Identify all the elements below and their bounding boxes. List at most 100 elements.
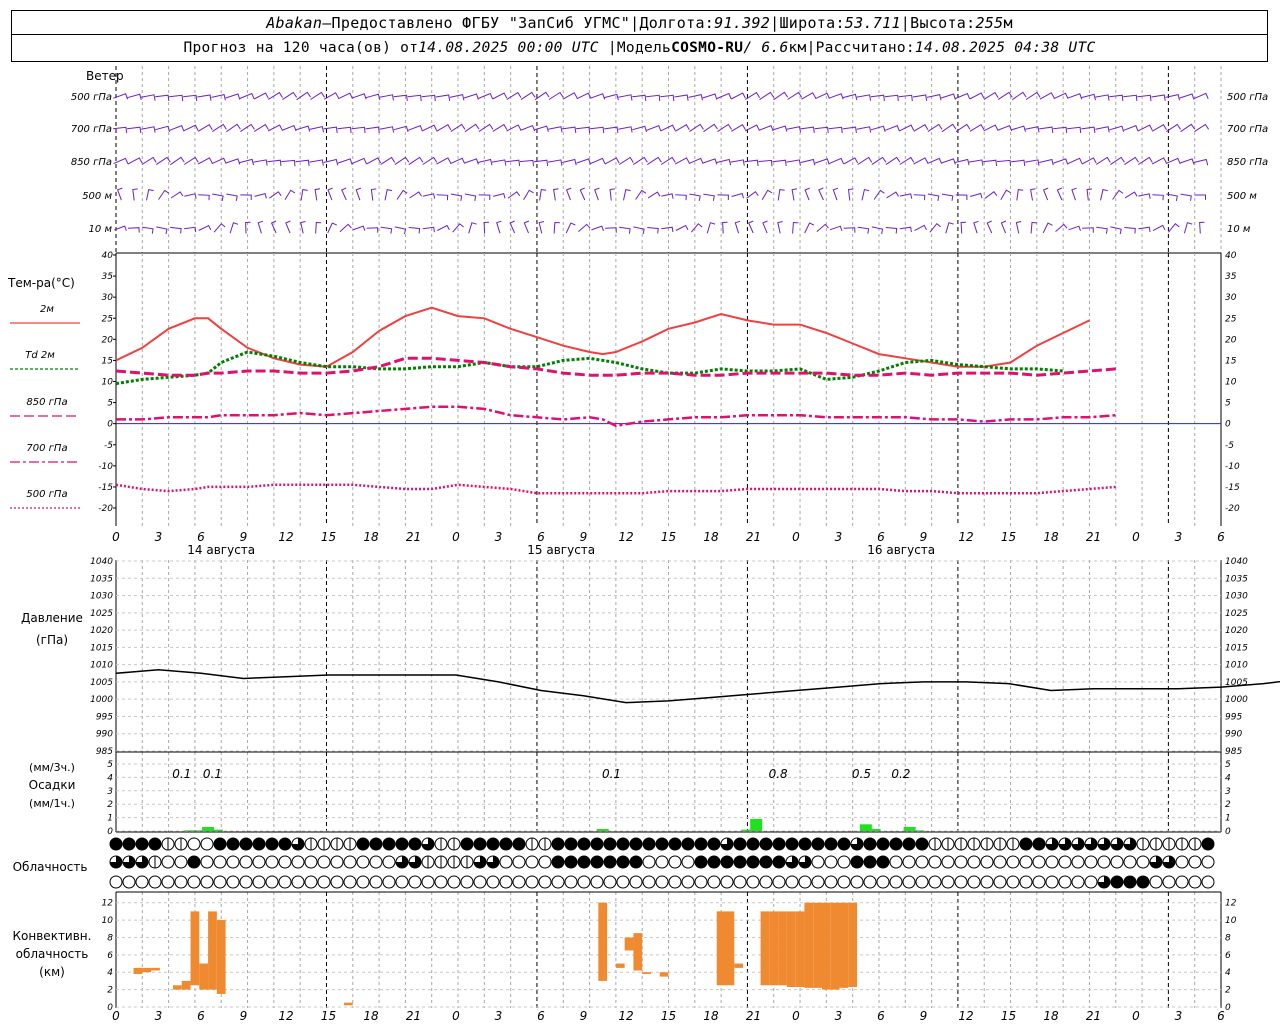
cloud-symbol [850, 875, 864, 889]
temp-ytick-right: 5 [1225, 399, 1231, 409]
cloud-symbol [928, 875, 942, 889]
wind-barb [734, 220, 741, 234]
cloud-circle [850, 855, 864, 869]
cloud-circle [252, 837, 266, 851]
wind-barb [1011, 125, 1026, 132]
cloud-circle [629, 855, 643, 869]
cloud-symbol [759, 837, 773, 851]
cloud-circle [278, 837, 292, 851]
wind-barb [609, 188, 615, 201]
cloud-circle [473, 875, 487, 889]
wind-barb [548, 159, 563, 166]
cloud-circle [746, 875, 760, 889]
hour-label: 0 [1132, 530, 1140, 544]
wind-barb [295, 159, 310, 167]
precip-unit-3h: (мм/3ч.) [29, 761, 75, 774]
cloud-circle [239, 875, 253, 889]
wind-barb [352, 225, 366, 231]
cloud-symbol [239, 837, 253, 851]
hour-label: 9 [580, 530, 588, 544]
cloud-symbol [1097, 875, 1111, 889]
wind-barb [1016, 189, 1024, 201]
cloud-symbol [304, 837, 318, 851]
cloud-circle [512, 837, 526, 851]
cloud-circle [759, 875, 773, 889]
wind-barb [351, 126, 366, 134]
day-label: 14 августа [187, 543, 255, 557]
wind-barb [422, 226, 435, 233]
day-label: 16 августа [867, 543, 935, 557]
cloud-symbol [577, 855, 591, 869]
temp-ytick-left: -20 [98, 504, 113, 514]
cloud-symbol [265, 855, 279, 869]
cloud-symbol [187, 855, 201, 869]
cloud-symbol [538, 875, 552, 889]
cloud-symbol [148, 837, 162, 851]
wind-barb [1053, 158, 1069, 165]
wind-barb [661, 193, 674, 199]
wind-barb [239, 92, 255, 100]
cloud-circle [720, 875, 734, 889]
wind-barb [366, 157, 382, 165]
wind-barb [370, 188, 377, 201]
cloud-circle [382, 837, 396, 851]
conv-bar [633, 933, 643, 971]
wind-barb [520, 124, 536, 132]
cloud-symbol [213, 855, 227, 869]
cloud-circle [837, 837, 851, 851]
wind-barb [239, 158, 254, 166]
cloud-symbol [824, 855, 838, 869]
cloud-symbol [317, 837, 331, 851]
wind-barb [505, 159, 521, 167]
conv-hour-label: 21 [1086, 1009, 1101, 1023]
cloud-circle [1032, 837, 1046, 851]
cloud-symbol [1188, 837, 1202, 851]
wind-barb [155, 94, 170, 102]
wind-barb [132, 188, 138, 201]
cloud-circle [395, 837, 409, 851]
cloud-circle [291, 855, 305, 869]
cloud-symbol [733, 837, 747, 851]
wind-barb [506, 91, 522, 100]
wind-barb [885, 156, 901, 166]
cloud-circle [226, 837, 240, 851]
hour-label: 0 [112, 530, 120, 544]
cloud-symbol [174, 875, 188, 889]
cloud-symbol [369, 837, 383, 851]
wind-barb [702, 93, 718, 100]
temp-ytick-right: 0 [1225, 420, 1231, 430]
conv-bar [181, 980, 191, 990]
conv-ytick-left: 4 [107, 968, 113, 978]
wind-barb [772, 125, 788, 132]
cloud-circle [1110, 855, 1124, 869]
cloud-circle [1084, 875, 1098, 889]
wind-barb [800, 158, 816, 166]
cloud-circle [213, 855, 227, 869]
wind-barb [758, 159, 773, 167]
cloud-symbol [187, 837, 201, 851]
cloud-symbol [421, 837, 435, 851]
wind-barb [730, 92, 746, 100]
conv-hour-label: 0 [792, 1009, 800, 1023]
cloud-circle [1006, 875, 1020, 889]
wind-barb [969, 92, 985, 100]
pressure-ytick-right: 990 [1225, 730, 1242, 740]
wind-barb [857, 226, 870, 234]
wind-barb [300, 189, 308, 201]
temp-ytick-left: 20 [102, 335, 114, 345]
wind-barb [463, 93, 479, 100]
cloud-circle [278, 875, 292, 889]
wind-barb [365, 93, 381, 101]
wind-barb [285, 220, 291, 234]
wind-barb [703, 123, 718, 133]
cloud-symbol [1188, 855, 1202, 869]
cloud-symbol [551, 855, 565, 869]
cloud-symbol [486, 837, 500, 851]
cloud-symbol [447, 855, 461, 869]
cloud-symbol [1201, 837, 1215, 851]
wind-barb [1015, 221, 1022, 234]
wind-barb [1025, 91, 1041, 100]
wind-barb [674, 94, 689, 101]
conv-bar [760, 911, 770, 986]
cloud-symbol [356, 875, 370, 889]
